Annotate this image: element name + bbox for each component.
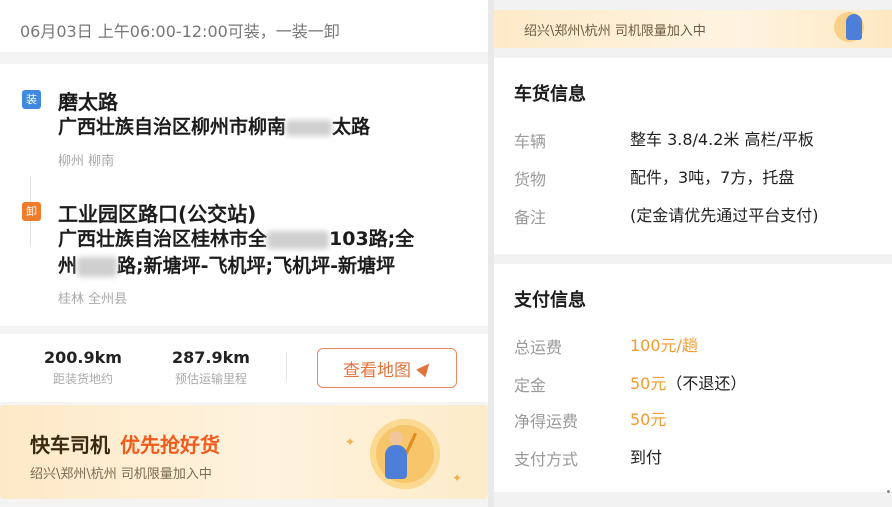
runner-illustration-icon xyxy=(846,14,862,40)
route-distance-value: 287.9km xyxy=(172,348,250,367)
deposit-label: 定金 xyxy=(514,376,547,395)
load-address-prefix: 广西壮族自治区柳州市柳南 xyxy=(58,116,287,138)
cargo-info-title: 车货信息 xyxy=(514,84,586,105)
route-card: 装 磨太路 广西壮族自治区柳州市柳南 太路 柳州 柳南 卸 工业园区路口(公交站)… xyxy=(0,64,488,326)
promo-subtitle: 绍兴\郑州\杭州 司机限量加入中 xyxy=(30,467,212,482)
route-distance: 287.9km 预估运输里程 xyxy=(172,348,250,387)
total-fee-label: 总运费 xyxy=(514,338,563,357)
runner-body xyxy=(385,445,407,479)
top-banner-text: 绍兴\郑州\杭州 司机限量加入中 xyxy=(524,24,706,39)
distance-to-load-label: 距装货地约 xyxy=(52,372,113,386)
navigation-arrow-icon xyxy=(416,359,434,377)
redacted-block xyxy=(267,230,330,249)
payment-method-label: 支付方式 xyxy=(514,450,579,469)
vehicle-value: 整车 3.8/4.2米 高栏/平板 xyxy=(630,130,814,149)
divider xyxy=(286,352,287,382)
view-map-label: 查看地图 xyxy=(343,360,411,381)
left-panel: 06月03日 上午06:00-12:00可装，一装一卸 装 磨太路 广西壮族自治… xyxy=(0,0,488,507)
goods-label: 货物 xyxy=(514,170,547,189)
unload-stop-city: 桂林 全州县 xyxy=(58,292,128,307)
sparkle-icon: ✦ xyxy=(345,435,356,449)
sparkle-icon: ✦ xyxy=(452,471,463,485)
promo-title-highlight: 优先抢好货 xyxy=(120,433,220,457)
schedule-card: 06月03日 上午06:00-12:00可装，一装一卸 xyxy=(0,0,488,52)
load-stop-address: 广西壮族自治区柳州市柳南 太路 xyxy=(58,114,370,141)
vehicle-label: 车辆 xyxy=(514,132,547,151)
load-stop-name: 磨太路 xyxy=(58,90,118,114)
deposit-note: （不退还） xyxy=(666,374,747,393)
unload-stop-address-line1: 广西壮族自治区桂林市全 103路;全 xyxy=(58,226,414,253)
deposit-value-wrap: 50元（不退还） xyxy=(630,370,746,394)
distance-to-load-value: 200.9km xyxy=(44,348,122,367)
remark-label: 备注 xyxy=(514,208,547,227)
promo-title: 快车司机 优先抢好货 xyxy=(30,429,220,458)
unload-address-line2-suffix: 路;新塘坪-飞机坪;飞机坪-新塘坪 xyxy=(117,255,395,277)
runner-illustration-icon xyxy=(389,431,403,445)
distance-card: 200.9km 距装货地约 287.9km 预估运输里程 查看地图 xyxy=(0,334,488,402)
schedule-text: 06月03日 上午06:00-12:00可装，一装一卸 xyxy=(20,22,340,41)
redacted-block xyxy=(286,119,333,136)
route-distance-label: 预估运输里程 xyxy=(174,372,247,386)
distance-to-load: 200.9km 距装货地约 xyxy=(44,348,122,387)
load-address-suffix: 太路 xyxy=(332,116,371,138)
cargo-info-card: 车货信息 车辆 整车 3.8/4.2米 高栏/平板 货物 配件，3吨，7方，托盘… xyxy=(494,58,892,254)
goods-value: 配件，3吨，7方，托盘 xyxy=(630,168,795,187)
deposit-value: 50元 xyxy=(630,374,667,393)
total-fee-value: 100元/趟 xyxy=(630,336,698,355)
promo-title-main: 快车司机 xyxy=(30,433,110,457)
net-fee-label: 净得运费 xyxy=(514,412,579,431)
unload-tag: 卸 xyxy=(22,202,41,221)
remark-value: (定金请优先通过平台支付) xyxy=(630,206,819,225)
unload-stop-name: 工业园区路口(公交站) xyxy=(58,202,257,226)
load-stop-city: 柳州 柳南 xyxy=(58,154,115,169)
redacted-block xyxy=(77,256,118,277)
promo-banner[interactable]: 快车司机 优先抢好货 绍兴\郑州\杭州 司机限量加入中 ✦ ✦ xyxy=(0,405,488,499)
top-promo-banner[interactable]: 绍兴\郑州\杭州 司机限量加入中 xyxy=(494,10,892,48)
right-panel: 绍兴\郑州\杭州 司机限量加入中 车货信息 车辆 整车 3.8/4.2米 高栏/… xyxy=(494,0,892,507)
payment-info-title: 支付信息 xyxy=(514,290,586,311)
unload-address-line1-prefix: 广西壮族自治区桂林市全 xyxy=(58,228,268,250)
unload-address-line2-prefix: 州 xyxy=(58,255,78,277)
edge-dot xyxy=(887,490,890,493)
payment-info-card: 支付信息 总运费 100元/趟 定金 50元（不退还） 净得运费 50元 支付方… xyxy=(494,264,892,492)
payment-method-value: 到付 xyxy=(630,448,663,467)
view-map-button[interactable]: 查看地图 xyxy=(317,348,457,388)
unload-stop-address-line2: 州 路;新塘坪-飞机坪;飞机坪-新塘坪 xyxy=(58,253,395,280)
net-fee-value: 50元 xyxy=(630,410,667,429)
unload-address-line1-suffix: 103路;全 xyxy=(329,228,415,250)
load-tag: 装 xyxy=(22,90,41,109)
